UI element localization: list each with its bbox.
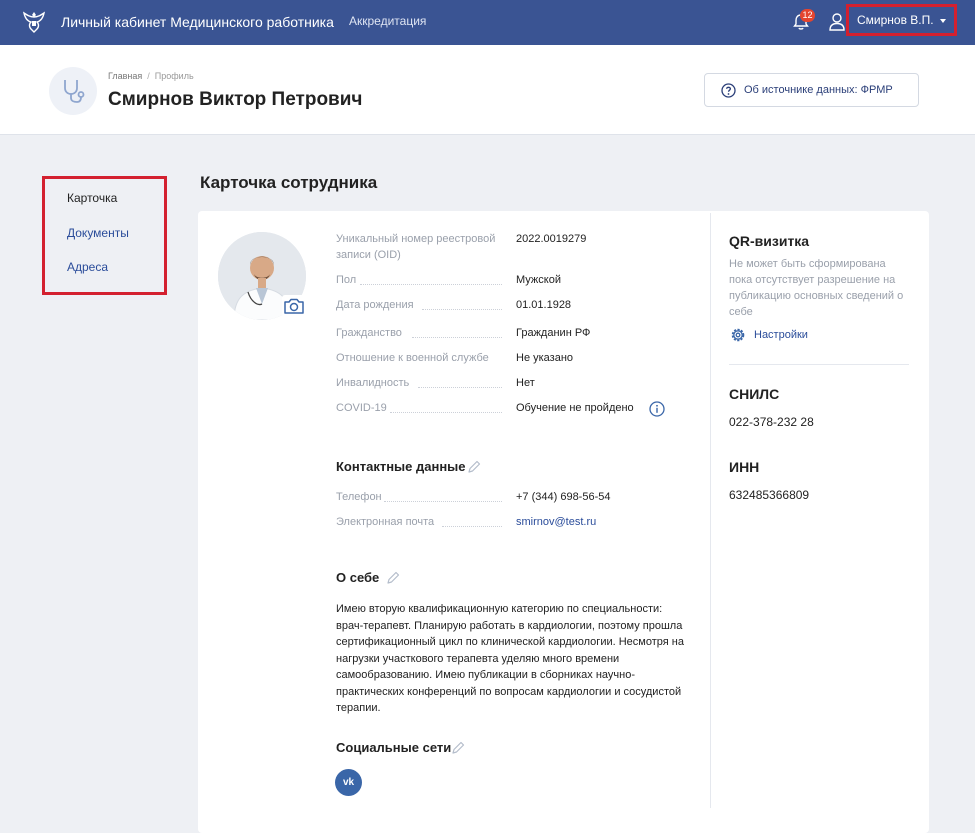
about-title: О себе	[336, 570, 380, 585]
app-title[interactable]: Личный кабинет Медицинского работника	[61, 14, 334, 30]
field-value-disability: Нет	[516, 377, 535, 389]
user-icon[interactable]	[828, 12, 846, 32]
edit-contacts-pencil-icon[interactable]	[467, 460, 481, 474]
user-menu-button[interactable]: Смирнов В.П.	[846, 4, 957, 36]
field-dots	[360, 284, 502, 285]
about-text: Имею вторую квалификационную категорию п…	[336, 603, 684, 714]
breadcrumb: Главная / Профиль	[108, 71, 194, 81]
field-label-covid: COVID-19	[336, 402, 387, 414]
field-dots	[418, 387, 502, 388]
divider	[729, 364, 909, 365]
snils-title: СНИЛС	[729, 386, 780, 402]
chevron-down-icon	[939, 18, 946, 23]
social-title: Социальные сети	[336, 740, 452, 755]
edit-about-pencil-icon[interactable]	[386, 571, 400, 585]
data-source-label: Об источнике данных: ФРМР	[744, 84, 893, 96]
breadcrumb-home[interactable]: Главная	[108, 71, 142, 81]
emblem-icon[interactable]	[21, 9, 47, 35]
field-value-covid: Обучение не пройдено	[516, 402, 634, 414]
sidebar-item-documents[interactable]: Документы	[67, 226, 129, 240]
field-label-phone: Телефон	[336, 491, 382, 503]
gear-icon	[731, 328, 745, 342]
field-value-citizenship: Гражданин РФ	[516, 327, 591, 339]
field-label-gender: Пол	[336, 274, 357, 286]
field-dots	[412, 337, 502, 338]
field-label-oid-line1: Уникальный номер реестровой	[336, 233, 496, 245]
profile-section-icon	[49, 67, 97, 115]
edit-social-pencil-icon[interactable]	[451, 741, 465, 755]
inn-value: 632485366809	[729, 488, 810, 502]
sidebar-nav: Карточка Документы Адреса	[42, 176, 167, 295]
qr-title: QR-визитка	[729, 233, 810, 249]
nav-accreditation[interactable]: Аккредитация	[349, 14, 426, 28]
field-label-oid-line2: записи (OID)	[336, 249, 401, 261]
notifications-badge[interactable]: 12	[800, 9, 815, 22]
page-title: Смирнов Виктор Петрович	[108, 89, 363, 110]
breadcrumb-current: Профиль	[154, 71, 194, 81]
field-label-military: Отношение к военной службе	[336, 352, 489, 364]
sidebar-item-card[interactable]: Карточка	[67, 191, 117, 205]
field-label-birthdate: Дата рождения	[336, 299, 414, 311]
stethoscope-icon	[64, 80, 85, 103]
field-label-disability: Инвалидность	[336, 377, 410, 389]
vk-icon[interactable]: vk	[335, 769, 362, 796]
data-source-button[interactable]: Об источнике данных: ФРМР	[704, 73, 919, 107]
camera-icon[interactable]	[282, 295, 306, 316]
section-title: Карточка сотрудника	[200, 173, 378, 192]
field-label-citizenship: Гражданство	[336, 327, 402, 339]
user-name: Смирнов В.П.	[857, 13, 934, 27]
field-value-oid: 2022.0019279	[516, 233, 587, 245]
top-bar: Личный кабинет Медицинского работника Ак…	[0, 0, 975, 45]
field-dots	[442, 526, 502, 527]
breadcrumb-separator: /	[147, 71, 150, 81]
field-dots	[390, 412, 502, 413]
field-label-email: Электронная почта	[336, 516, 435, 528]
field-value-phone: +7 (344) 698-56-54	[516, 491, 611, 503]
snils-value: 022-378-232 28	[729, 415, 814, 429]
question-circle-icon	[721, 83, 736, 98]
card-divider	[710, 213, 711, 808]
field-dots	[422, 309, 502, 310]
field-dots	[384, 501, 502, 502]
page-header: Главная / Профиль Смирнов Виктор Петрович …	[0, 45, 975, 135]
field-value-gender: Мужской	[516, 274, 561, 286]
contacts-title: Контактные данные	[336, 459, 466, 474]
email-link[interactable]: smirnov@test.ru	[516, 516, 596, 528]
inn-title: ИНН	[729, 459, 760, 475]
field-value-military: Не указано	[516, 352, 574, 364]
sidebar-item-addresses[interactable]: Адреса	[67, 260, 108, 274]
settings-label: Настройки	[754, 329, 808, 341]
field-value-birthdate: 01.01.1928	[516, 299, 572, 311]
info-icon[interactable]	[649, 401, 665, 417]
qr-note: Не может быть сформирована пока отсутств…	[729, 258, 904, 318]
